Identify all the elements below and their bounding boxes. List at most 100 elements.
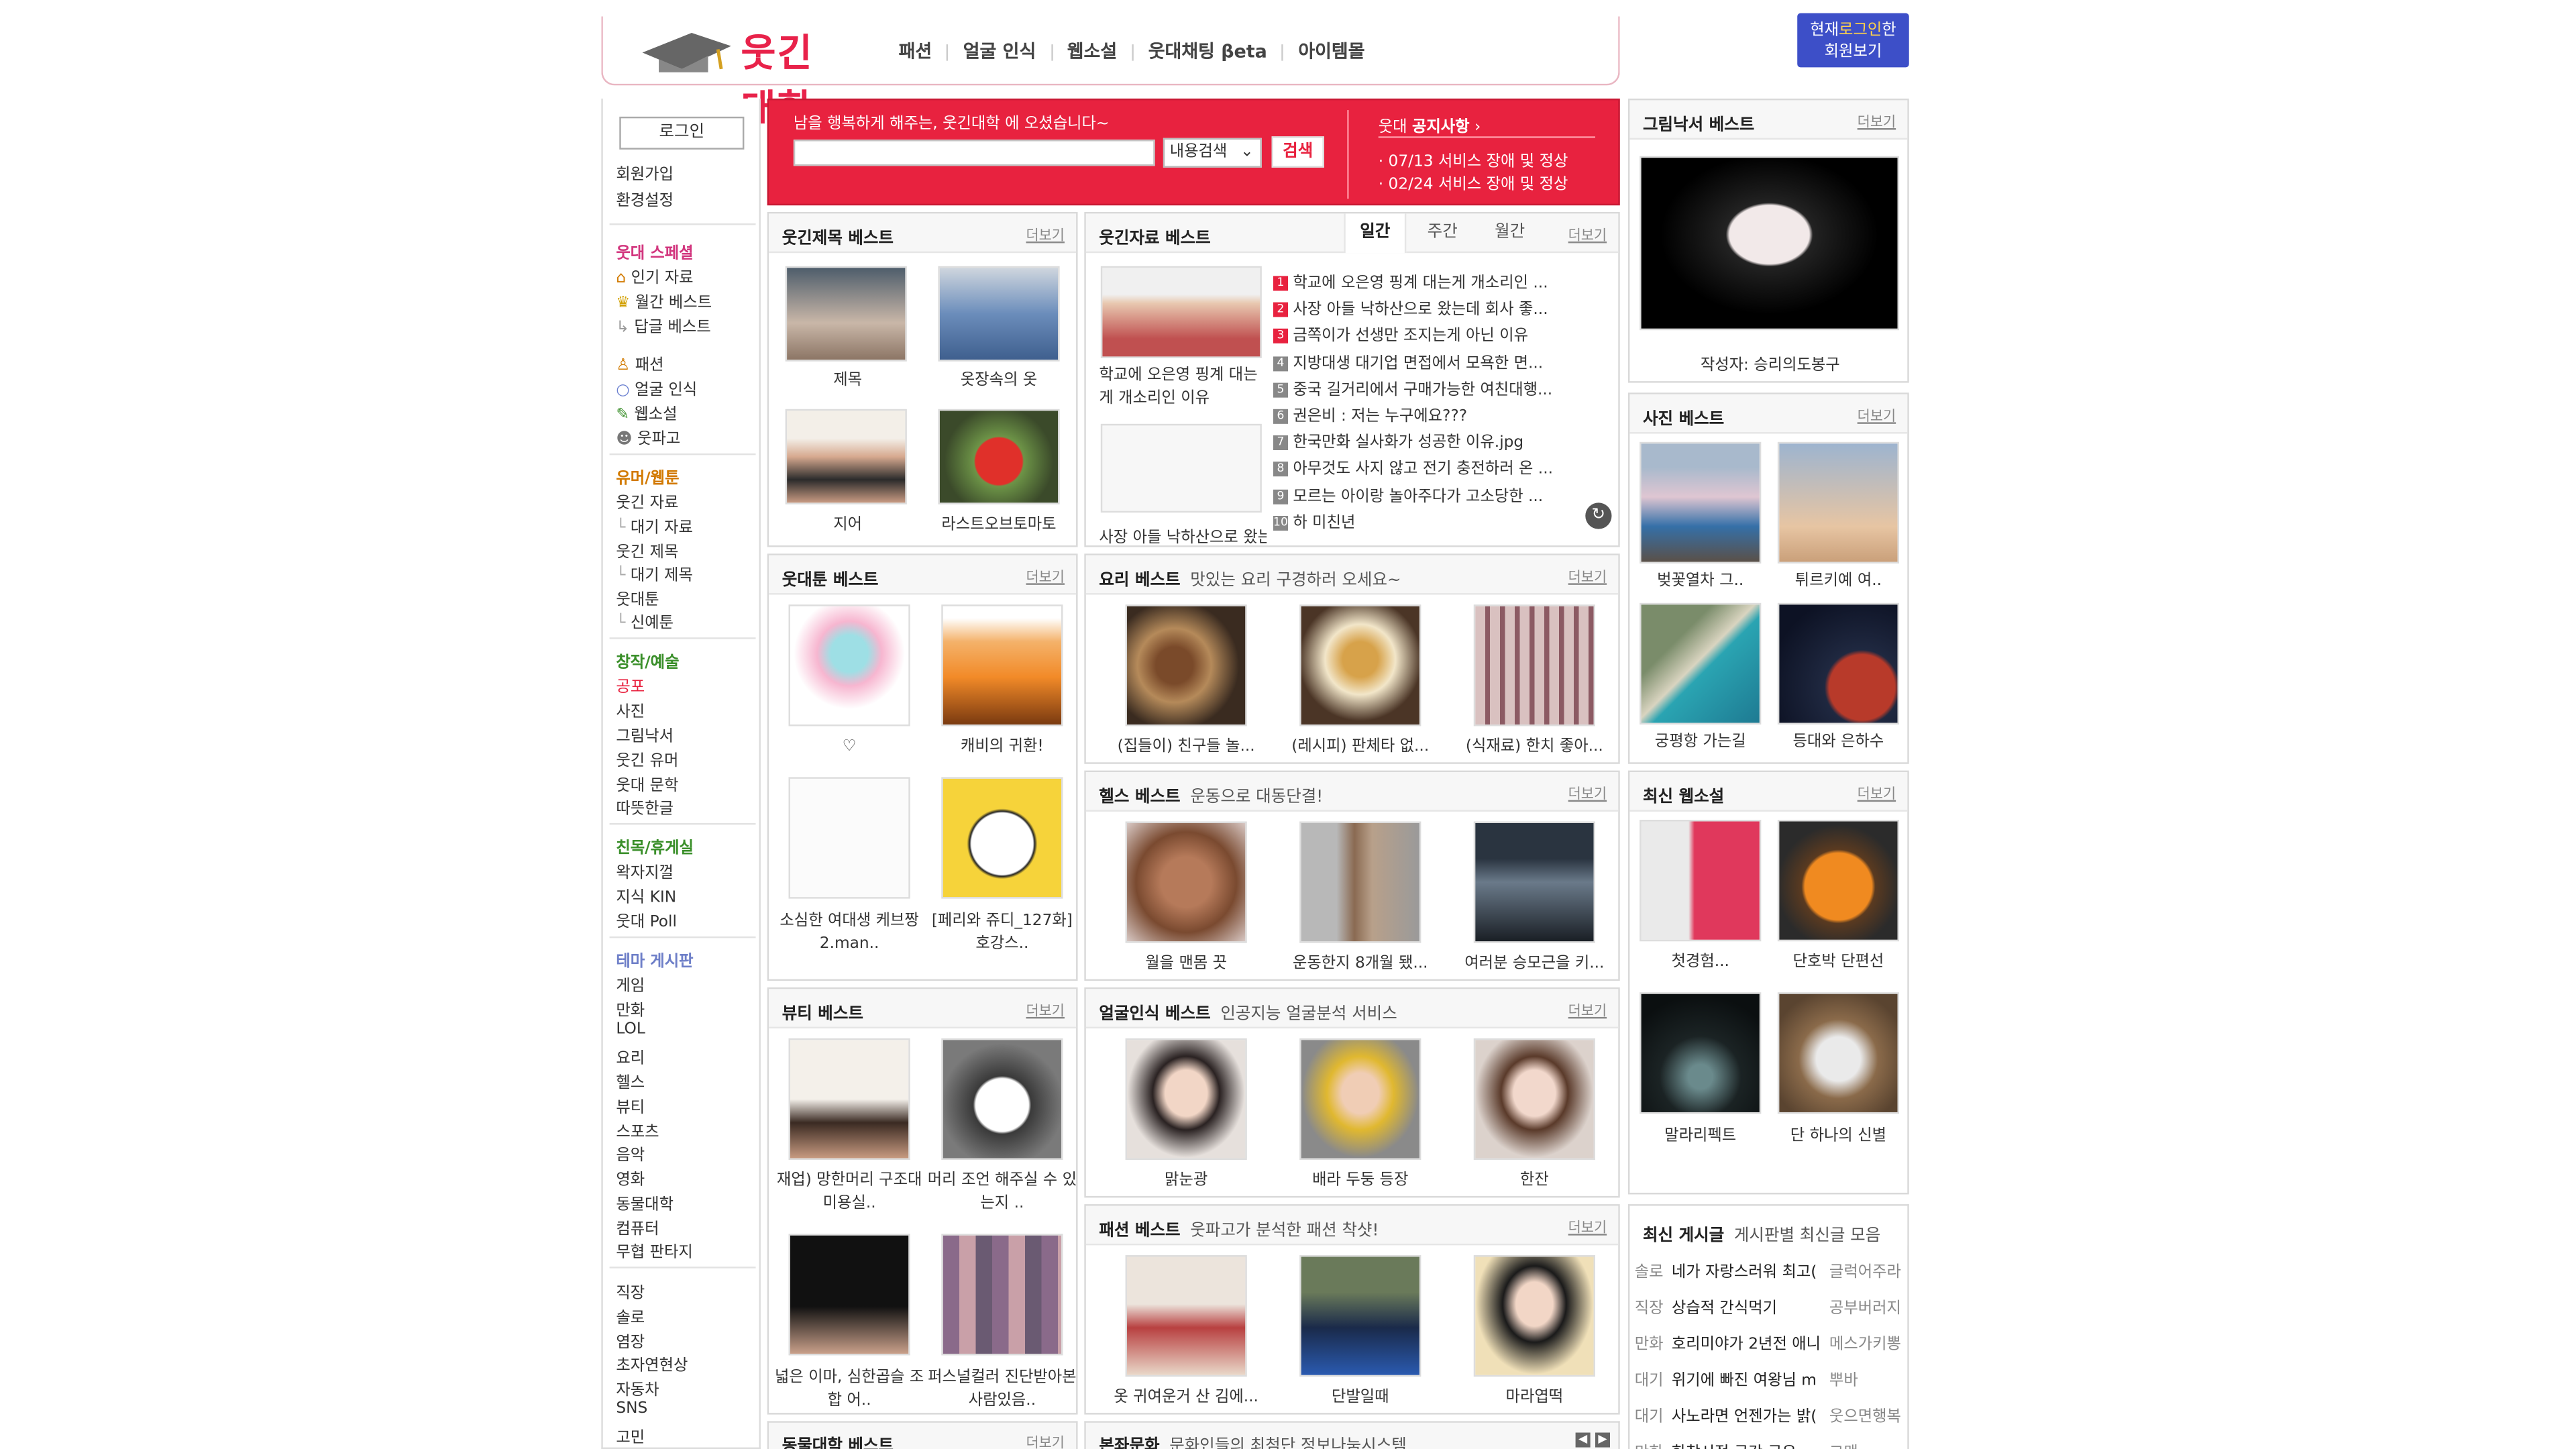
thumbnail[interactable] [1777, 820, 1900, 942]
search-input[interactable] [793, 140, 1155, 166]
thumbnail[interactable] [788, 1234, 910, 1356]
tab-daily[interactable]: 일간 [1344, 213, 1407, 254]
sidebar-item-literature[interactable]: 웃대 문학 [616, 772, 678, 795]
search-button[interactable]: 검색 [1271, 136, 1324, 168]
sidebar-item-drawing[interactable]: 그림낙서 [616, 723, 674, 746]
logged-in-members-button[interactable]: 현재로그인한 회원보기 [1797, 13, 1909, 68]
item-caption[interactable]: 지어 [772, 515, 923, 537]
item-caption[interactable]: 넓은 이마, 심한곱슬 조합 어.. [773, 1367, 924, 1413]
panel-title[interactable]: 헬스 베스트 운동으로 대동단결! [1099, 782, 1323, 807]
sidebar-item-worry[interactable]: 고민 [616, 1424, 645, 1448]
sidebar-item-computer[interactable]: 컴퓨터 [616, 1216, 659, 1239]
thumbnail[interactable] [1100, 423, 1262, 513]
more-link[interactable]: 더보기 [1568, 1218, 1607, 1237]
item-caption[interactable]: 첫경험... [1629, 951, 1776, 974]
notice-item[interactable]: · 07/13 서비스 장애 및 정상 [1379, 148, 1568, 171]
settings-link[interactable]: 환경설정 [616, 187, 674, 211]
item-caption[interactable]: 벚꽃열차 그.. [1629, 570, 1776, 593]
sidebar-item-envy[interactable]: 염장 [616, 1329, 645, 1352]
panel-title[interactable]: 얼굴인식 베스트 인공지능 얼굴분석 서비스 [1099, 999, 1397, 1024]
ranking-item[interactable]: 6 권은비 : 저는 누구에요??? [1273, 402, 1467, 425]
item-caption[interactable]: 마라엽떡 [1459, 1387, 1610, 1409]
thumbnail[interactable] [938, 409, 1060, 504]
sidebar-item-face[interactable]: ○ 얼굴 인식 [616, 376, 697, 399]
latest-post-row[interactable]: 대기 위기에 빠진 여왕님 m 뿌바 [1635, 1367, 1908, 1390]
ranking-item[interactable]: 1 학교에 오은영 핑계 대는게 개소리인 ... [1273, 270, 1548, 292]
sidebar-item-fashion[interactable]: ♙ 패션 [616, 352, 663, 374]
sidebar-head-special[interactable]: 웃대 스페셜 [616, 240, 693, 263]
thumbnail[interactable] [1125, 821, 1247, 943]
panel-title[interactable]: 그림낙서 베스트 [1643, 110, 1754, 135]
sidebar-item-photo[interactable]: 사진 [616, 698, 645, 721]
latest-post-row[interactable]: 대기 사노라면 언젠가는 밝(웃으면행복 [1635, 1403, 1908, 1426]
thumbnail[interactable] [1299, 1038, 1421, 1160]
panel-title[interactable]: 최신 게시글 게시판별 최신글 모음 [1643, 1221, 1880, 1245]
thumbnail[interactable] [941, 1038, 1063, 1160]
ranking-item[interactable]: 8 아무것도 사지 않고 전기 충전하러 온 ... [1273, 455, 1553, 479]
thumbnail[interactable] [1640, 992, 1762, 1114]
sidebar-item-health[interactable]: 헬스 [616, 1069, 645, 1093]
ranking-item[interactable]: 2 사장 아들 낙하산으로 왔는데 회사 좋... [1273, 296, 1548, 319]
panel-title[interactable]: 요리 베스트 맛있는 요리 구경하러 오세요~ [1099, 565, 1401, 590]
panel-title[interactable]: 웃대툰 베스트 [782, 565, 879, 590]
thumbnail[interactable] [1640, 602, 1762, 725]
sidebar-item-reply[interactable]: ↳ 답글 베스트 [616, 314, 710, 337]
sidebar-item-chatter[interactable]: 왁자지껄 [616, 859, 674, 882]
thumbnail[interactable] [788, 777, 910, 899]
thumbnail[interactable] [941, 1234, 1063, 1356]
thumbnail[interactable] [941, 777, 1063, 899]
featured-caption[interactable]: 학교에 오은영 핑계 대는게 개소리인 이유 [1099, 365, 1267, 411]
item-caption[interactable]: 퍼스널컬러 진단받아본 사람있음.. [926, 1367, 1076, 1413]
more-link[interactable]: 더보기 [1026, 1000, 1064, 1020]
sidebar-item-car[interactable]: 자동차 [616, 1377, 659, 1400]
thumbnail[interactable] [1100, 266, 1262, 358]
more-link[interactable]: 더보기 [1568, 225, 1607, 244]
panel-title[interactable]: 본좌문화 문화인들의 최첨단 정보나눔시스템 [1099, 1431, 1406, 1449]
sidebar-item-warm[interactable]: 따뜻한글 [616, 795, 674, 818]
thumbnail[interactable] [1125, 604, 1247, 727]
sidebar-item-cooking[interactable]: 요리 [616, 1045, 645, 1068]
sidebar-item-webtoon[interactable]: 웃대툰 [616, 586, 659, 610]
sidebar-item-movie[interactable]: 영화 [616, 1167, 645, 1189]
sidebar-item-paranormal[interactable]: 초자연현상 [616, 1352, 688, 1375]
thumbnail[interactable] [1299, 1255, 1421, 1377]
more-link[interactable]: 더보기 [1026, 567, 1064, 586]
thumbnail[interactable] [941, 604, 1063, 727]
sidebar-item-funny-humor[interactable]: 웃긴 유머 [616, 747, 678, 771]
tab-monthly[interactable]: 월간 [1479, 213, 1541, 253]
nav-fashion[interactable]: 패션 [899, 38, 932, 64]
featured-caption[interactable]: 사장 아들 낙하산으로 왔는데 회사 좋은... [1099, 524, 1267, 545]
item-caption[interactable]: (집들이) 친구들 놀... [1111, 736, 1262, 759]
sidebar-item-monthly[interactable]: ♛ 월간 베스트 [616, 289, 712, 312]
thumbnail[interactable] [1640, 820, 1762, 942]
ranking-item[interactable]: 7 한국만화 실사화가 성공한 이유.jpg [1273, 429, 1523, 452]
search-type-select[interactable]: 내용검색 ⌄ [1163, 138, 1262, 168]
item-caption[interactable]: 소심한 여대생 케브짱 2.man.. [773, 910, 924, 957]
item-caption[interactable]: ♡ [773, 736, 924, 759]
latest-post-row[interactable]: 만화 호리미야가 2년전 애니 메스가키뽕 [1635, 1331, 1908, 1354]
item-caption[interactable]: 튀르키예 여.. [1763, 570, 1908, 593]
thumbnail[interactable] [1299, 821, 1421, 943]
item-caption[interactable]: 월을 맨몸 끗 [1111, 953, 1262, 975]
more-link[interactable]: 더보기 [1026, 1433, 1064, 1449]
next-arrow-icon[interactable]: ▶ [1595, 1432, 1611, 1448]
sidebar-item-webnovel[interactable]: ✎ 웹소설 [616, 401, 677, 424]
login-button[interactable]: 로그인 [619, 116, 745, 150]
notice-item[interactable]: · 02/24 서비스 장애 및 정상 [1379, 171, 1568, 194]
sidebar-item-sns[interactable]: SNS [616, 1400, 647, 1418]
sidebar-item-lol[interactable]: LOL [616, 1020, 645, 1038]
item-caption[interactable]: 옷장속의 옷 [923, 370, 1074, 392]
item-caption[interactable]: 한잔 [1459, 1170, 1610, 1193]
sidebar-item-waiting-title[interactable]: └ 대기 제목 [616, 562, 692, 585]
panel-title[interactable]: 사진 베스트 [1643, 404, 1724, 429]
sidebar-head-creative[interactable]: 창작/예술 [616, 649, 679, 672]
sidebar-head-theme[interactable]: 테마 게시판 [616, 948, 693, 971]
thumbnail[interactable] [785, 266, 907, 362]
refresh-icon[interactable]: ↻ [1585, 502, 1612, 529]
item-caption[interactable]: (식재료) 한치 좋아... [1459, 736, 1610, 759]
panel-title[interactable]: 웃긴제목 베스트 [782, 223, 894, 248]
item-caption[interactable]: 라스트오브토마토 [923, 515, 1074, 537]
sidebar-item-animal[interactable]: 동물대학 [616, 1191, 674, 1214]
tab-weekly[interactable]: 주간 [1411, 213, 1474, 253]
item-caption[interactable]: 맑눈광 [1111, 1170, 1262, 1193]
